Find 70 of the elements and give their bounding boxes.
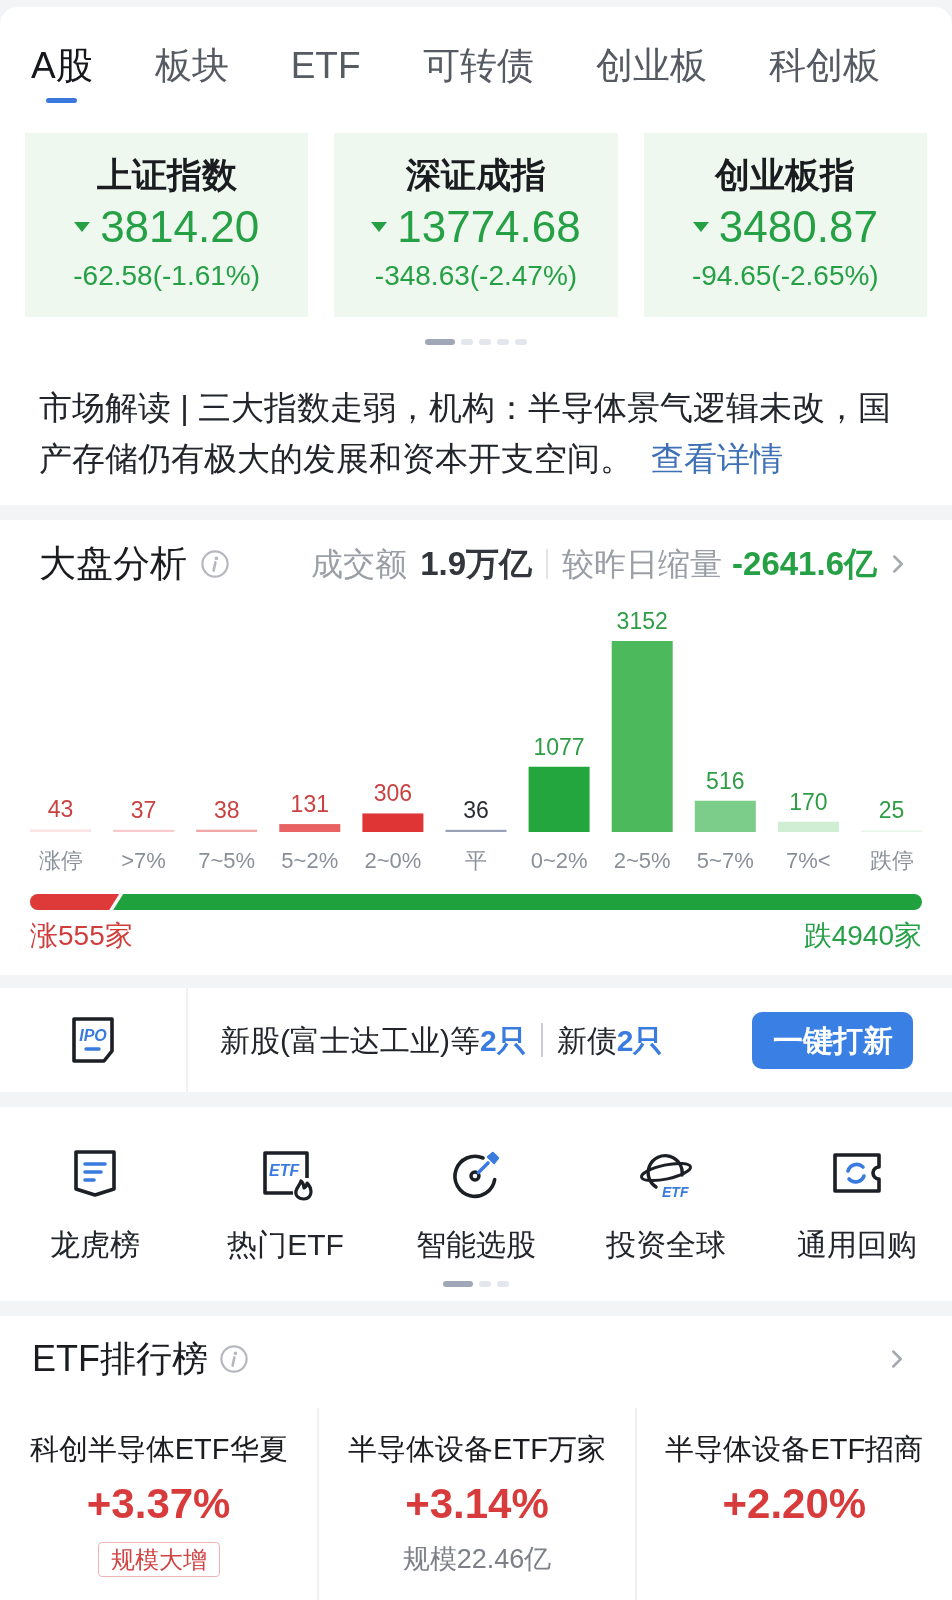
bar-value-label: 3152 [616, 608, 668, 634]
index-change: -348.63(-2.47%) [374, 259, 578, 293]
category-label: 5~7% [696, 848, 754, 873]
etf-name: 半导体设备ETF招商 [665, 1432, 924, 1467]
etf-name: 半导体设备ETF万家 [348, 1432, 606, 1467]
index-name: 深证成指 [406, 155, 546, 195]
market-tab[interactable]: ETF [290, 44, 361, 103]
section-title: ETF排行榜 [32, 1337, 208, 1381]
index-card[interactable]: 深证成指 13774.68 -348.63(-2.47%) [334, 133, 618, 317]
category-label: 跌停 [869, 848, 914, 873]
category-label: 2~5% [613, 848, 671, 873]
volume-change-value: -2641.6亿 [732, 544, 877, 585]
shortcut-button[interactable]: 通用回购 [761, 1145, 952, 1263]
bar-value-label: 37 [130, 796, 157, 823]
bar-value-label: 36 [463, 796, 489, 823]
category-label: >7% [121, 848, 166, 873]
subscribe-button[interactable]: 一键打新 [752, 1011, 913, 1069]
index-name: 创业板指 [715, 155, 856, 195]
index-change: -62.58(-1.61%) [73, 259, 261, 293]
turnover-label: 成交额 [311, 545, 408, 584]
etf-size-text: 规模22.46亿 [402, 1543, 552, 1576]
bar-value-label: 25 [878, 797, 905, 824]
index-value: 3480.87 [718, 202, 878, 252]
decliners-count: 跌4940家 [803, 919, 922, 953]
volume-change-label: 较昨日缩量 [562, 545, 723, 584]
bar-value-label: 306 [373, 780, 413, 807]
turnover-value: 1.9万亿 [420, 544, 533, 585]
shortcut-button[interactable]: 龙虎榜 [0, 1145, 191, 1263]
bar-value-label: 43 [47, 796, 74, 823]
shortcut-button[interactable]: ETF 热门ETF [190, 1145, 381, 1263]
advancers-count: 涨555家 [30, 919, 133, 953]
index-change: -94.65(-2.65%) [691, 259, 879, 293]
bar-value-label: 1077 [533, 733, 585, 760]
category-label: 7~5% [198, 848, 256, 873]
category-label: 2~0% [364, 848, 422, 873]
section-title: 大盘分析 [39, 542, 187, 586]
bar-value-label: 131 [290, 791, 329, 818]
etf-name: 科创半导体ETF华夏 [29, 1432, 288, 1467]
shortcut-button[interactable]: ETF 投资全球 [571, 1145, 762, 1263]
shortcut-button[interactable]: 智能选股 [380, 1145, 572, 1263]
bar-value-label: 170 [789, 788, 828, 815]
index-card[interactable]: 上证指数 3814.20 -62.58(-1.61%) [25, 133, 309, 317]
category-label: 涨停 [38, 848, 83, 873]
category-label: 5~2% [281, 848, 339, 873]
etf-change: +3.37% [86, 1480, 231, 1528]
info-icon[interactable] [201, 550, 229, 578]
bar-value-label: 38 [213, 796, 240, 823]
market-tab[interactable]: 创业板 [595, 44, 707, 103]
market-tab[interactable]: 板块 [154, 44, 229, 103]
new-bond-count: 2只 [616, 1022, 664, 1059]
etf-change: +3.14% [405, 1480, 549, 1528]
bar-value-label: 516 [706, 767, 745, 794]
new-bond-label: 新债 [556, 1022, 617, 1059]
new-stock-count: 2只 [480, 1022, 527, 1059]
market-tab[interactable]: A股 [31, 44, 93, 103]
category-label: 平 [465, 848, 487, 873]
index-name: 上证指数 [96, 155, 237, 195]
index-card[interactable]: 创业板指 3480.87 -94.65(-2.65%) [643, 133, 927, 317]
market-news-text: 市场解读 | 三大指数走弱，机构：半导体景气逻辑未改，国产存储仍有极大的发展和资本开支空间。 查看详情 [38, 388, 892, 479]
market-tab[interactable]: 科创板 [768, 44, 880, 103]
etf-tag: 规模大增 [97, 1542, 220, 1577]
category-label: 0~2% [530, 848, 588, 873]
info-icon[interactable] [220, 1345, 248, 1373]
new-stock-label: 新股(富士达工业)等 [220, 1022, 480, 1059]
index-value: 13774.68 [397, 202, 581, 252]
market-tab[interactable]: 可转债 [422, 44, 534, 103]
details-link[interactable]: 查看详情 [651, 440, 783, 477]
category-label: 7%< [786, 848, 831, 873]
etf-change: +2.20% [722, 1480, 867, 1528]
index-value: 3814.20 [100, 202, 260, 252]
